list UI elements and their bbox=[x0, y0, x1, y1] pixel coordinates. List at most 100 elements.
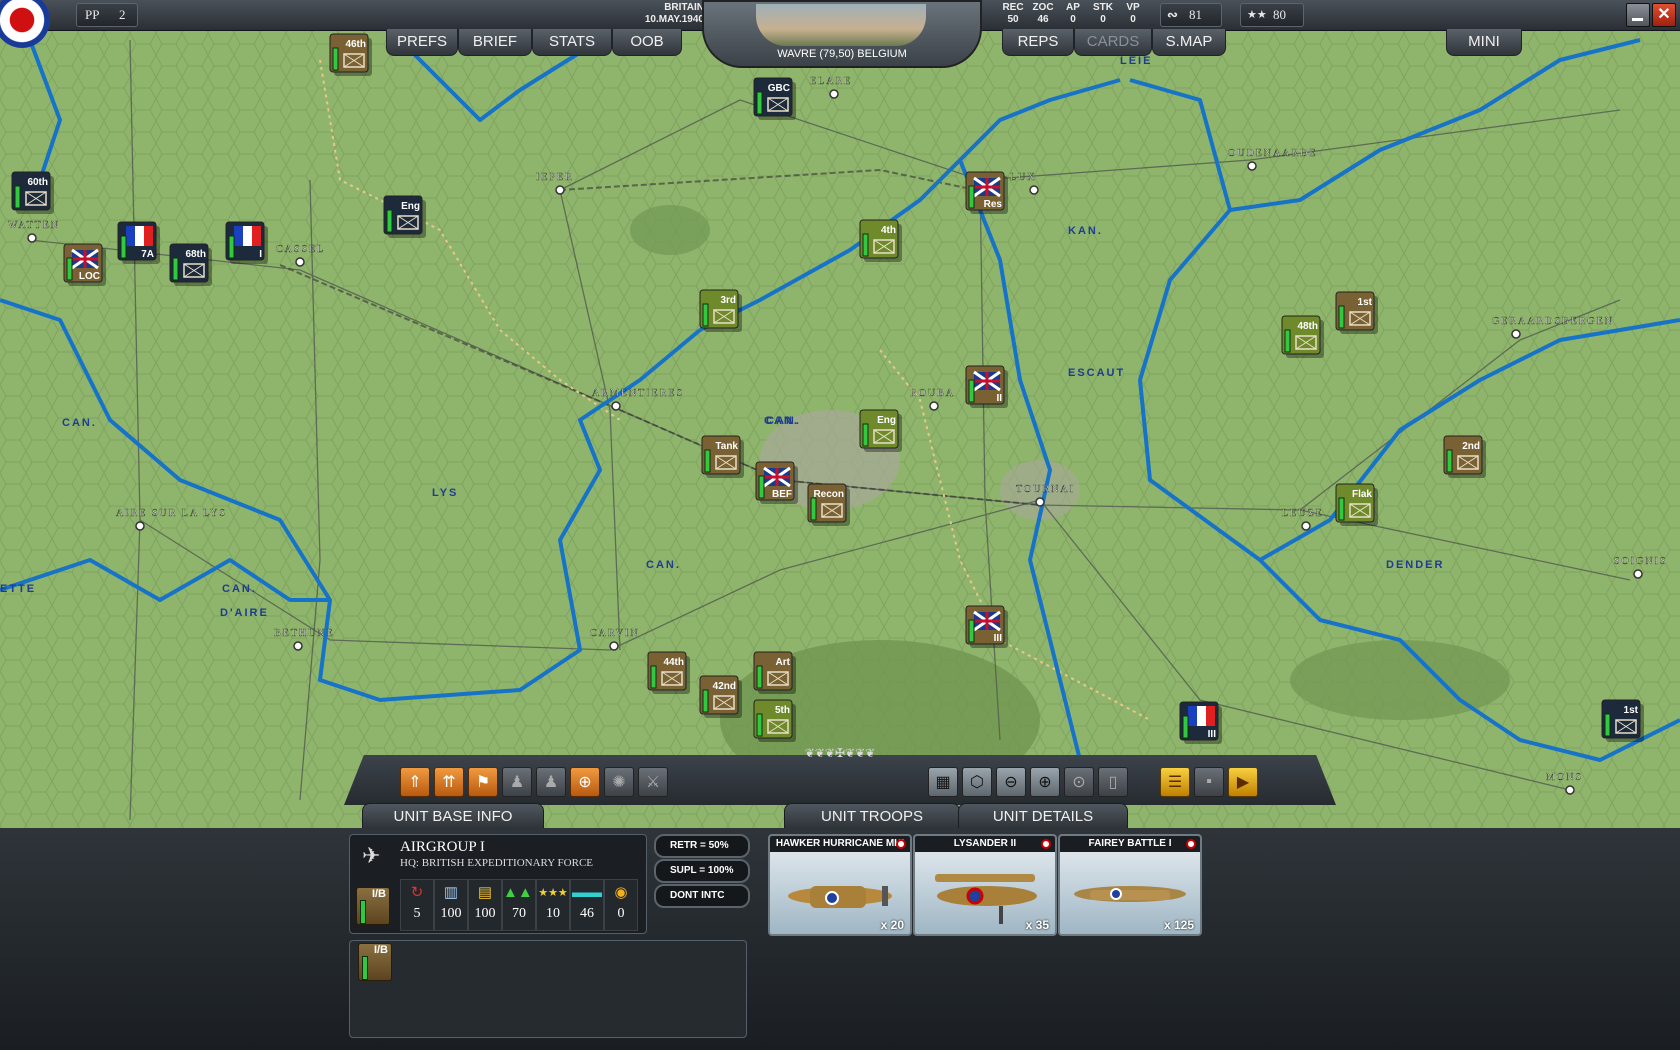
morale-icon: ▲▲▲ bbox=[503, 884, 548, 901]
unit-counter[interactable]: BEF bbox=[755, 461, 798, 504]
strength-bar bbox=[968, 619, 975, 643]
vp-stat: VP 0 bbox=[1118, 2, 1148, 26]
zoom-reset-button[interactable]: ⊙ bbox=[1064, 767, 1094, 797]
unit-label: II bbox=[996, 393, 1002, 404]
unit-counter[interactable]: 1st bbox=[1601, 699, 1644, 742]
strength-bar bbox=[228, 235, 235, 259]
zoom-in-button[interactable]: ⊕ bbox=[1030, 767, 1060, 797]
unit-label: 42nd bbox=[713, 681, 736, 692]
town-marker bbox=[1565, 785, 1575, 795]
unit-counter[interactable]: III bbox=[1179, 701, 1222, 744]
reps-button[interactable]: REPS bbox=[1002, 29, 1074, 56]
strength-bar bbox=[650, 665, 657, 689]
terrain-button[interactable]: ▦ bbox=[928, 767, 958, 797]
unit-counter[interactable]: Eng bbox=[859, 409, 902, 452]
stack-unit-badge[interactable]: I/B bbox=[358, 943, 392, 981]
unit-a-button[interactable]: ♟ bbox=[502, 767, 532, 797]
strength-bar bbox=[756, 713, 763, 737]
unit-counter[interactable]: 5th bbox=[753, 699, 796, 742]
strength-bar bbox=[1182, 715, 1189, 739]
unit-counter[interactable]: Tank bbox=[701, 435, 744, 478]
tab-unit-troops[interactable]: UNIT TROOPS bbox=[784, 803, 960, 831]
move-all-button[interactable]: ⇈ bbox=[434, 767, 464, 797]
prefs-button[interactable]: PREFS bbox=[386, 29, 458, 56]
unit-counter[interactable]: 60th bbox=[11, 171, 54, 214]
unit-counter[interactable]: III bbox=[965, 605, 1008, 648]
unit-counter[interactable]: 4th bbox=[859, 219, 902, 262]
vp-value: 0 bbox=[1130, 14, 1136, 25]
intercept-option[interactable]: DONT INTC bbox=[654, 884, 750, 908]
flag-button[interactable]: ⚑ bbox=[468, 767, 498, 797]
oob-button[interactable]: OOB bbox=[612, 29, 682, 56]
unit-counter[interactable]: 68th bbox=[169, 243, 212, 286]
cards-button[interactable]: CARDS bbox=[1074, 29, 1152, 56]
tab-unit-base-info[interactable]: UNIT BASE INFO bbox=[362, 803, 544, 831]
unit-label: Recon bbox=[813, 489, 844, 500]
aircraft-card[interactable]: HAWKER HURRICANE MKI x 20 bbox=[768, 834, 912, 936]
unit-counter[interactable]: GBC bbox=[753, 77, 796, 120]
save-button[interactable]: ▪ bbox=[1194, 767, 1224, 797]
brief-button[interactable]: BRIEF bbox=[458, 29, 532, 56]
unit-counter[interactable]: LOC bbox=[63, 243, 106, 286]
place-label: IEPER bbox=[536, 172, 574, 183]
select-dot-icon[interactable] bbox=[896, 839, 906, 849]
strength-bar bbox=[66, 257, 73, 281]
aircraft-card[interactable]: LYSANDER II x 35 bbox=[913, 834, 1057, 936]
unit-counter[interactable]: Eng bbox=[383, 195, 426, 238]
unit-b-button[interactable]: ♟ bbox=[536, 767, 566, 797]
unit-badge[interactable]: I/B bbox=[356, 887, 390, 925]
disband-button[interactable]: ⚔ bbox=[638, 767, 668, 797]
unit-counter[interactable]: Res bbox=[965, 171, 1008, 214]
stat-value: 100 bbox=[474, 906, 496, 921]
move-up-button[interactable]: ⇑ bbox=[400, 767, 430, 797]
delete-button[interactable]: ▯ bbox=[1098, 767, 1128, 797]
strength-bar bbox=[386, 209, 393, 233]
rec-value: 50 bbox=[1007, 14, 1019, 25]
stats-button[interactable]: STATS bbox=[532, 29, 612, 56]
close-button[interactable]: ✕ bbox=[1652, 3, 1676, 27]
unit-counter[interactable]: 3rd bbox=[699, 289, 742, 332]
stat-entrench: ▬▬ 46 bbox=[570, 879, 604, 931]
pp-box: PP 2 bbox=[76, 3, 138, 27]
explosion-button[interactable]: ✺ bbox=[604, 767, 634, 797]
unit-counter[interactable]: 48th bbox=[1281, 315, 1324, 358]
town-marker bbox=[1035, 497, 1045, 507]
minimize-button[interactable] bbox=[1626, 3, 1650, 27]
unit-label: 46th bbox=[345, 39, 366, 50]
unit-counter[interactable]: 46th bbox=[329, 33, 372, 76]
mini-button[interactable]: MINI bbox=[1446, 29, 1522, 56]
place-label: ARMENTIERES bbox=[592, 388, 684, 399]
unit-counter[interactable]: 42nd bbox=[699, 675, 742, 718]
retreat-option[interactable]: RETR = 50% bbox=[654, 834, 750, 858]
unit-label: Eng bbox=[401, 201, 420, 212]
aircraft-card[interactable]: FAIREY BATTLE I x 125 bbox=[1058, 834, 1202, 936]
unit-counter[interactable]: 7A bbox=[117, 221, 160, 264]
target-button[interactable]: ⊕ bbox=[570, 767, 600, 797]
zoom-out-button[interactable]: ⊖ bbox=[996, 767, 1026, 797]
supply-option[interactable]: SUPL = 100% bbox=[654, 859, 750, 883]
unit-counter[interactable]: 44th bbox=[647, 651, 690, 694]
tab-unit-details[interactable]: UNIT DETAILS bbox=[958, 803, 1128, 831]
french-flag-icon bbox=[126, 226, 135, 246]
town-marker bbox=[555, 185, 565, 195]
hex-grid-button[interactable]: ⬡ bbox=[962, 767, 992, 797]
strength-bar bbox=[1604, 713, 1611, 737]
report-button[interactable]: ☰ bbox=[1160, 767, 1190, 797]
unit-counter[interactable]: Recon bbox=[807, 483, 850, 526]
place-label: BETHUNE bbox=[274, 628, 335, 639]
end-turn-button[interactable]: ▶ bbox=[1228, 767, 1258, 797]
unit-counter[interactable]: II bbox=[965, 365, 1008, 408]
aircraft-count: x 35 bbox=[1025, 918, 1049, 932]
select-dot-icon[interactable] bbox=[1041, 839, 1051, 849]
game-map[interactable]: IEPER CASSEL WATTEN ARMENTIERES AIRE SUR LA … bbox=[0, 0, 1680, 828]
unit-label: Art bbox=[776, 657, 791, 668]
unit-counter[interactable]: 2nd bbox=[1443, 435, 1486, 478]
unit-counter[interactable]: I bbox=[225, 221, 268, 264]
stat-value: 46 bbox=[580, 906, 594, 921]
unit-counter[interactable]: Art bbox=[753, 651, 796, 694]
smap-button[interactable]: S.MAP bbox=[1152, 29, 1226, 56]
supply-icon: ∾ bbox=[1167, 7, 1178, 22]
select-dot-icon[interactable] bbox=[1186, 839, 1196, 849]
unit-counter[interactable]: Flak bbox=[1335, 483, 1378, 526]
unit-counter[interactable]: 1st bbox=[1335, 291, 1378, 334]
